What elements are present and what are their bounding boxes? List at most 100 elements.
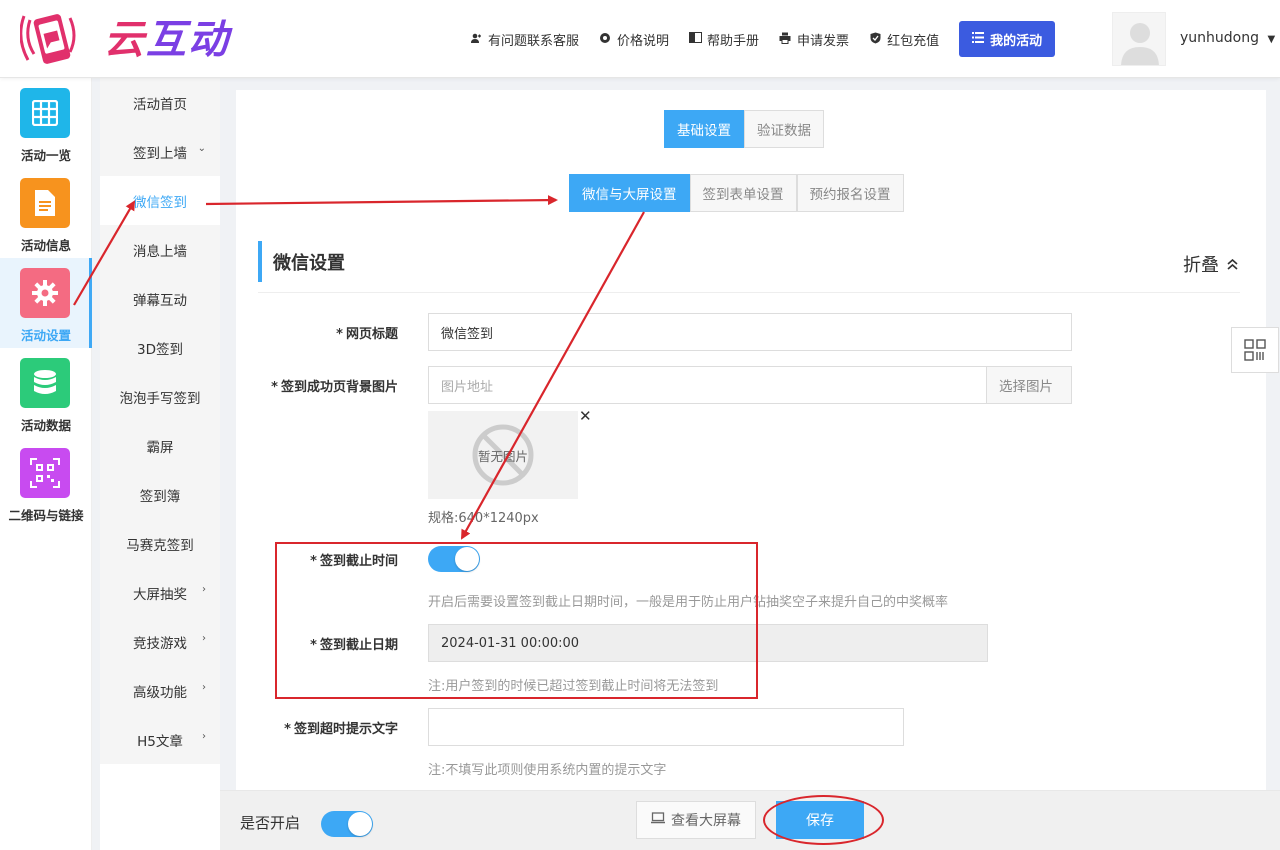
top-header: 云互动 有问题联系客服 价格说明 帮助手册 申请发票 红包充值 我的活动 yun… xyxy=(0,0,1280,78)
nav-help-manual[interactable]: 帮助手册 xyxy=(689,30,759,49)
sub-sidebar-item-h5-article[interactable]: H5文章 › xyxy=(100,715,220,764)
user-menu[interactable]: yunhudong ▼ xyxy=(1180,30,1275,46)
user-plus-icon xyxy=(470,32,482,47)
gear-icon xyxy=(20,268,70,318)
avatar[interactable] xyxy=(1112,12,1166,66)
shield-check-icon xyxy=(869,32,881,47)
nav-red-packet-recharge[interactable]: 红包充值 xyxy=(869,30,939,49)
tab-reservation-settings[interactable]: 预约报名设置 xyxy=(796,174,904,212)
no-image-text: 暂无图片 xyxy=(477,448,528,464)
fold-toggle[interactable]: 折叠 xyxy=(1183,251,1238,277)
section-divider xyxy=(258,292,1240,293)
my-activity-button[interactable]: 我的活动 xyxy=(959,21,1056,57)
list-icon xyxy=(972,31,985,47)
nav-contact-support[interactable]: 有问题联系客服 xyxy=(470,30,579,49)
tab-wechat-screen-settings[interactable]: 微信与大屏设置 xyxy=(569,174,690,212)
sidebar-item-activity-overview[interactable]: 活动一览 xyxy=(0,78,92,168)
sub-sidebar-item-label: 弹幕互动 xyxy=(133,292,187,309)
floating-qrcode-button[interactable] xyxy=(1231,327,1279,373)
tab-signin-form-settings[interactable]: 签到表单设置 xyxy=(689,174,797,212)
sub-sidebar: 活动首页签到上墙 ⌄ 微信签到消息上墙弹幕互动 3D签到泡泡手写签到 霸屏签到簿马赛克签… xyxy=(100,78,220,764)
document-icon xyxy=(20,178,70,228)
image-spec: 规格:640*1240px xyxy=(428,511,539,526)
sidebar-item-qrcode-links[interactable]: 二维码与链接 xyxy=(0,438,92,528)
sub-sidebar-item-label: H5文章 xyxy=(137,733,183,750)
grid-icon xyxy=(20,88,70,138)
timeout-text-label: * 签到超时提示文字 xyxy=(284,722,398,737)
deadline-date-help: 注:用户签到的时候已超过签到截止时间将无法签到 xyxy=(428,679,719,694)
brand-logo[interactable]: 云互动 xyxy=(20,10,230,68)
qrcode-icon xyxy=(1244,339,1266,361)
save-button[interactable]: 保存 xyxy=(776,801,864,839)
view-big-screen-button[interactable]: 查看大屏幕 xyxy=(636,801,756,839)
bg-image-url-input[interactable]: 图片地址 xyxy=(428,366,987,404)
deadline-toggle[interactable] xyxy=(428,546,480,572)
secondary-tabs: 微信与大屏设置 签到表单设置 预约报名设置 xyxy=(569,174,904,212)
sub-sidebar-item-label: 签到上墙 xyxy=(133,145,187,162)
top-nav: 有问题联系客服 价格说明 帮助手册 申请发票 红包充值 我的活动 xyxy=(470,0,1056,78)
sub-sidebar-item-lottery[interactable]: 大屏抽奖 › xyxy=(100,568,220,617)
sub-sidebar-item-hog-screen[interactable]: 霸屏 xyxy=(100,421,220,470)
sub-sidebar-item-label: 大屏抽奖 xyxy=(133,586,187,603)
chevron-right-icon: › xyxy=(202,584,206,595)
toggle-knob xyxy=(455,547,479,571)
sidebar-item-activity-data[interactable]: 活动数据 xyxy=(0,348,92,438)
timeout-text-help: 注:不填写此项则使用系统内置的提示文字 xyxy=(428,763,667,778)
qrcode-icon xyxy=(20,448,70,498)
sub-sidebar-item-wechat-signin[interactable]: 微信签到 xyxy=(100,176,220,225)
brand-name: 云互动 xyxy=(104,16,230,63)
choose-image-button[interactable]: 选择图片 xyxy=(986,366,1072,404)
sub-sidebar-item-label: 竞技游戏 xyxy=(133,635,187,652)
sidebar-item-activity-info[interactable]: 活动信息 xyxy=(0,168,92,258)
nav-invoice[interactable]: 申请发票 xyxy=(779,30,849,49)
sub-sidebar-item-bubble-handwriting[interactable]: 泡泡手写签到 xyxy=(100,372,220,421)
sidebar-item-activity-settings[interactable]: 活动设置 xyxy=(0,258,92,348)
enable-toggle[interactable] xyxy=(321,811,373,837)
user-silhouette-icon xyxy=(1121,23,1159,65)
sub-sidebar-item-danmaku[interactable]: 弹幕互动 xyxy=(100,274,220,323)
sub-sidebar-item-label: 马赛克签到 xyxy=(126,537,194,554)
deadline-toggle-label: * 签到截止时间 xyxy=(310,554,398,569)
deadline-date-label: * 签到截止日期 xyxy=(310,638,398,653)
sub-sidebar-item-label: 霸屏 xyxy=(146,439,174,456)
remove-image-icon[interactable]: ✕ xyxy=(579,407,592,425)
footer-bar: 是否开启 查看大屏幕 保存 xyxy=(220,790,1280,850)
page-title-label: * 网页标题 xyxy=(336,327,398,342)
sub-sidebar-item-home[interactable]: 活动首页 xyxy=(100,78,220,127)
printer-icon xyxy=(779,32,791,47)
enable-label: 是否开启 xyxy=(240,814,301,832)
toggle-knob xyxy=(348,812,372,836)
sub-sidebar-item-signin-book[interactable]: 签到簿 xyxy=(100,470,220,519)
book-icon xyxy=(689,32,703,46)
sub-sidebar-item-competitive-games[interactable]: 竞技游戏 › xyxy=(100,617,220,666)
main-content: 基础设置 验证数据 微信与大屏设置 签到表单设置 预约报名设置 微信设置 折叠 … xyxy=(236,90,1266,790)
database-icon xyxy=(20,358,70,408)
bg-image-label: * 签到成功页背景图片 xyxy=(271,380,398,395)
timeout-text-input[interactable] xyxy=(428,708,904,746)
sub-sidebar-item-label: 签到簿 xyxy=(139,488,181,505)
chevron-down-icon: ⌄ xyxy=(197,143,206,154)
sub-sidebar-item-label: 活动首页 xyxy=(133,96,187,113)
sub-sidebar-item-3d-signin[interactable]: 3D签到 xyxy=(100,323,220,372)
section-title: 微信设置 xyxy=(258,241,345,282)
image-preview: 暂无图片 xyxy=(428,411,578,499)
nav-pricing[interactable]: 价格说明 xyxy=(599,30,669,49)
chevron-right-icon: › xyxy=(202,633,206,644)
sub-sidebar-item-advanced-features[interactable]: 高级功能 › xyxy=(100,666,220,715)
tab-verification-data[interactable]: 验证数据 xyxy=(744,110,824,148)
tab-basic-settings[interactable]: 基础设置 xyxy=(664,110,744,148)
deadline-date-input[interactable]: 2024-01-31 00:00:00 xyxy=(428,624,988,662)
gear-icon xyxy=(599,32,611,47)
caret-down-icon: ▼ xyxy=(1267,34,1276,45)
page-title-input[interactable]: 微信签到 xyxy=(428,313,1072,351)
sub-sidebar-item-signin-wall[interactable]: 签到上墙 ⌄ xyxy=(100,127,220,176)
sub-sidebar-item-label: 消息上墙 xyxy=(133,243,187,260)
sub-sidebar-item-message-wall[interactable]: 消息上墙 xyxy=(100,225,220,274)
chevron-up-icon xyxy=(1227,254,1238,275)
sub-sidebar-item-label: 泡泡手写签到 xyxy=(119,390,201,407)
chevron-right-icon: › xyxy=(202,682,206,693)
icon-sidebar: 活动一览 活动信息 活动设置 活动数据 二维码与链接 xyxy=(0,78,92,850)
sub-sidebar-item-label: 高级功能 xyxy=(133,684,187,701)
sub-sidebar-item-mosaic-signin[interactable]: 马赛克签到 xyxy=(100,519,220,568)
deadline-toggle-help: 开启后需要设置签到截止日期时间，一般是用于防止用户钻抽奖空子来提升自己的中奖概率 xyxy=(428,595,949,610)
